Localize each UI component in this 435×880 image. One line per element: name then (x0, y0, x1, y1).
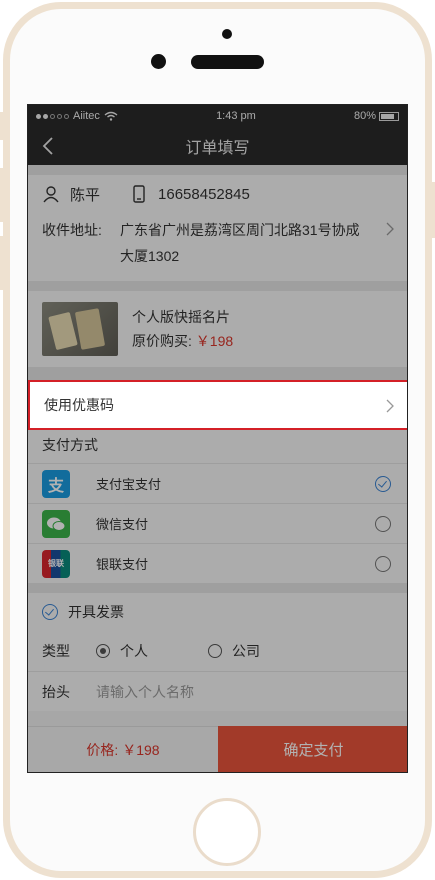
unionpay-icon: 银联 (42, 549, 70, 578)
payment-title: 支付方式 (42, 437, 98, 453)
clock: 1:43 pm (216, 110, 256, 122)
radio-icon[interactable] (208, 644, 222, 658)
address-label: 收件地址: (42, 222, 102, 238)
alipay-icon: 支 (42, 469, 70, 498)
wifi-icon (104, 111, 118, 121)
invoice-title-row: 抬头 (28, 671, 407, 711)
chevron-right-icon (386, 222, 394, 236)
radio-button[interactable] (375, 556, 391, 572)
invoice-type-label: 类型 (42, 643, 70, 659)
status-bar: Aiitec 1:43 pm 80% (28, 105, 407, 127)
product-price: ￥198 (195, 333, 234, 349)
address-value: 广东省广州是荔湾区周门北路31号协成大厦1302 (120, 222, 360, 264)
radio-selected-icon[interactable] (96, 644, 110, 658)
product-thumbnail (42, 302, 118, 356)
payment-option-wechat[interactable]: 微信支付 (28, 503, 407, 543)
invoice-title-label: 抬头 (42, 683, 70, 700)
address-section[interactable]: 陈平 16658452845 收件地址: 广东省广州是荔湾区周门北路31号协成大… (28, 175, 407, 281)
front-camera (151, 54, 166, 69)
address-row: 收件地址: 广东省广州是荔湾区周门北路31号协成大厦1302 (28, 213, 407, 281)
product-name: 个人版快摇名片 (132, 309, 230, 325)
volume-up-button (0, 168, 4, 222)
radio-button[interactable] (375, 516, 391, 532)
invoice-type-company[interactable]: 公司 (208, 641, 260, 661)
invoice-section: 开具发票 类型 个人 公司 抬头 (28, 593, 407, 711)
page-title: 订单填写 (185, 140, 250, 157)
payment-option-label: 微信支付 (96, 517, 149, 532)
payment-option-label: 支付宝支付 (96, 477, 162, 492)
battery-percent: 80% (353, 110, 376, 122)
invoice-type-option: 公司 (232, 643, 260, 659)
battery-icon (379, 111, 399, 121)
signal-icon (36, 113, 69, 119)
volume-down-button (0, 236, 4, 290)
contact-name: 陈平 (70, 186, 101, 204)
wechat-icon (42, 509, 70, 538)
mobile-phone-icon (133, 185, 145, 203)
camera-dot (222, 29, 232, 39)
carrier-name: Aiitec (73, 110, 100, 122)
invoice-title-input[interactable] (96, 683, 326, 700)
bottom-bar: 价格: ￥198 确定支付 (28, 726, 407, 772)
payment-option-label: 银联支付 (96, 557, 149, 572)
invoice-check-icon[interactable] (42, 604, 58, 620)
invoice-type-option: 个人 (120, 643, 148, 659)
order-form: 陈平 16658452845 收件地址: 广东省广州是荔湾区周门北路31号协成大… (28, 165, 407, 711)
payment-option-unionpay[interactable]: 银联 银联支付 (28, 543, 407, 583)
contact-row: 陈平 16658452845 (28, 175, 407, 213)
invoice-type-row: 类型 个人 公司 (28, 631, 407, 671)
payment-option-alipay[interactable]: 支 支付宝支付 (28, 463, 407, 503)
person-icon (43, 186, 59, 203)
app-screen: Aiitec 1:43 pm 80% 订单填写 陈平 16658452845 收… (27, 104, 408, 773)
section-divider (28, 165, 407, 175)
price-label: 原价购买: (132, 333, 192, 349)
back-arrow-icon[interactable] (40, 136, 58, 156)
power-button (431, 182, 435, 238)
product-item: 个人版快摇名片 原价购买: ￥198 (28, 291, 407, 367)
contact-phone: 16658452845 (158, 185, 250, 203)
chevron-right-icon (386, 399, 394, 413)
selected-check-icon[interactable] (375, 476, 391, 492)
coupon-label: 使用优惠码 (44, 397, 114, 413)
invoice-toggle[interactable]: 开具发票 (28, 593, 407, 631)
section-divider (28, 281, 407, 291)
payment-section: 支付方式 支 支付宝支付 微信支付 银联 银联支付 (28, 427, 407, 583)
navigation-bar: 订单填写 (28, 127, 407, 165)
mute-switch (0, 112, 4, 140)
coupon-code-row[interactable]: 使用优惠码 (28, 380, 407, 430)
speaker-grille (191, 55, 264, 69)
home-button[interactable] (193, 798, 261, 866)
invoice-label: 开具发票 (68, 604, 124, 620)
confirm-pay-button[interactable]: 确定支付 (218, 726, 407, 772)
invoice-type-personal[interactable]: 个人 (96, 641, 148, 661)
total-price: 价格: ￥198 (28, 726, 218, 772)
section-divider (28, 583, 407, 593)
